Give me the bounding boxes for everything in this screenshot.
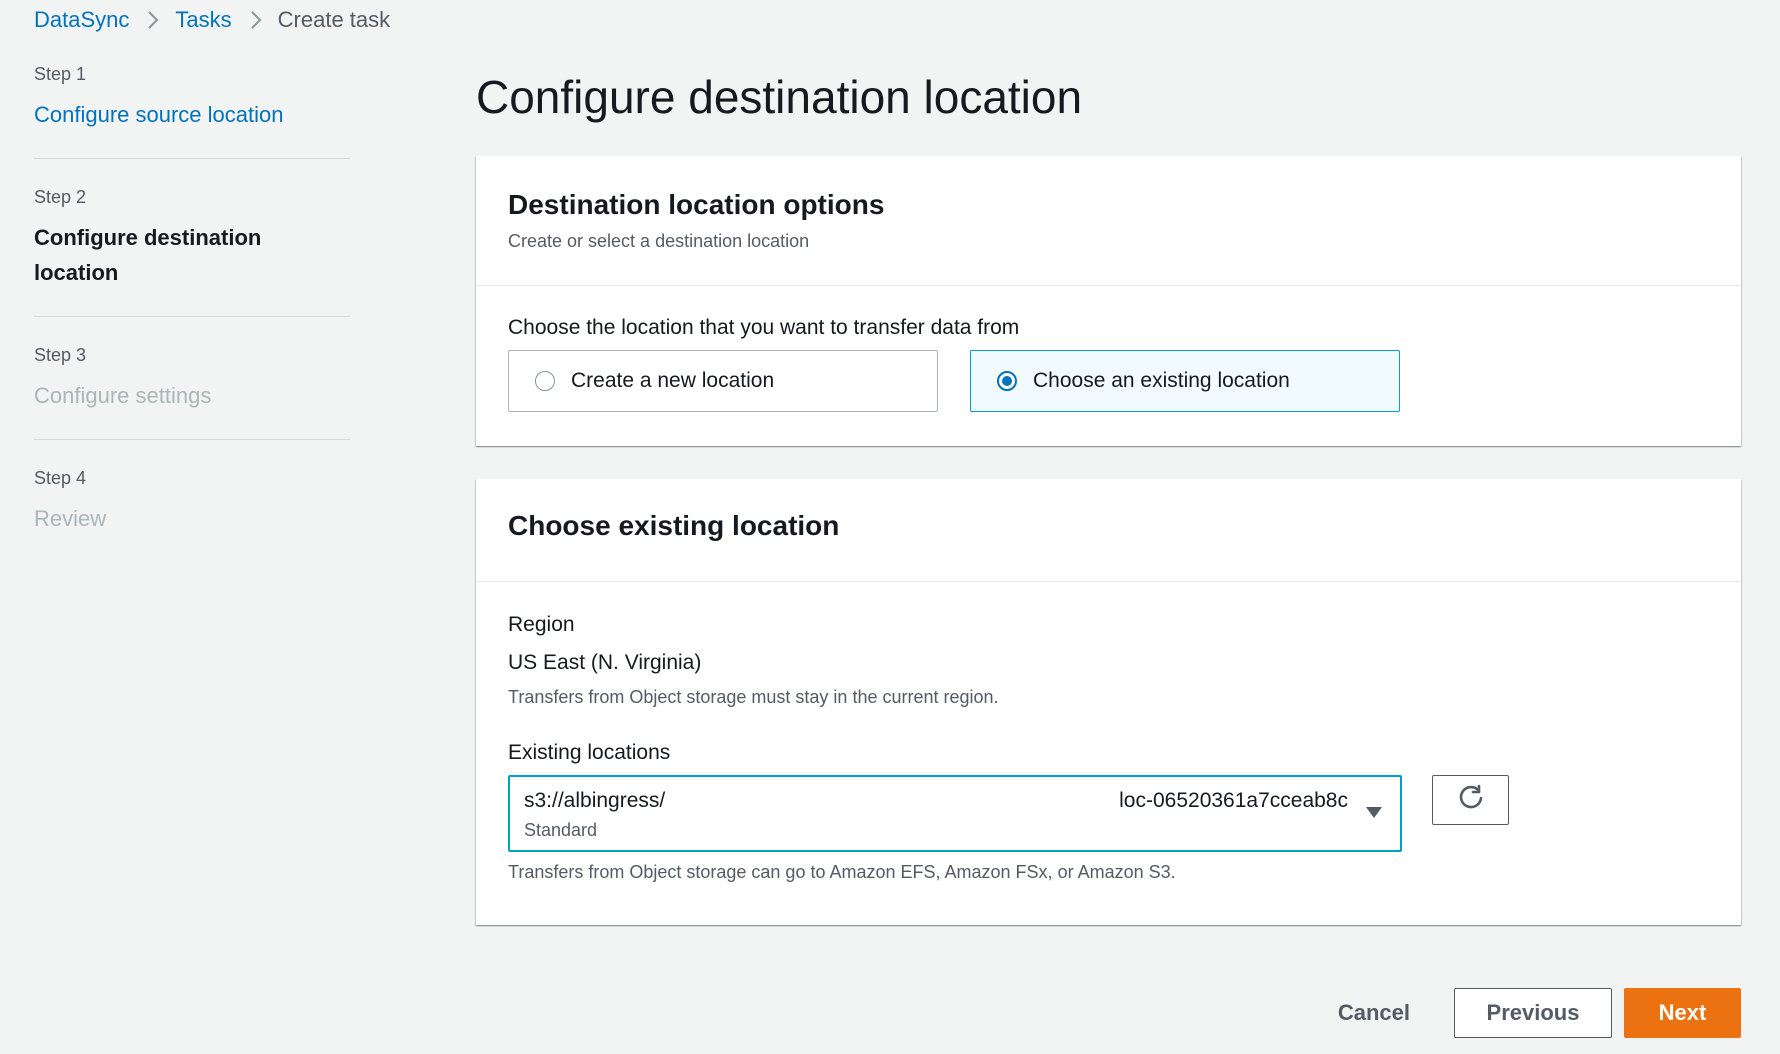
cancel-button[interactable]: Cancel [1338,1000,1410,1026]
radio-selected-icon [997,371,1017,391]
panel-header: Choose existing location [476,479,1741,582]
panel-title: Destination location options [508,189,885,220]
step-number: Step 1 [34,64,87,84]
previous-button[interactable]: Previous [1454,988,1612,1038]
panel-body: Region US East (N. Virginia) Transfers f… [476,582,1741,883]
radio-label: Create a new location [571,369,775,392]
step-number: Step 3 [34,345,87,365]
region-hint: Transfers from Object storage must stay … [508,687,999,707]
breadcrumb-current: Create task [277,7,391,32]
breadcrumb: DataSync Tasks Create task [34,6,390,34]
breadcrumb-link-datasync[interactable]: DataSync [34,7,129,33]
existing-locations-select[interactable]: s3://albingress/ Standard loc-06520361a7… [508,775,1402,852]
panel-description: Create or select a destination location [508,231,810,251]
step-number: Step 2 [34,187,87,207]
caret-down-icon [1366,807,1382,818]
existing-locations-hint: Transfers from Object storage can go to … [508,862,1176,882]
page-title: Configure destination location [476,71,1083,123]
region-value: US East (N. Virginia) [508,651,702,674]
step-link-configure-source[interactable]: Configure source location [34,97,350,132]
panel-title: Choose existing location [508,510,840,541]
wizard-steps: Step 1 Configure source location Step 2 … [34,64,350,590]
radio-create-new-location[interactable]: Create a new location [508,350,938,412]
radio-label: Choose an existing location [1033,369,1290,392]
panel-body: Choose the location that you want to tra… [476,286,1741,412]
radio-unselected-icon [535,371,555,391]
refresh-button[interactable] [1432,775,1509,825]
breadcrumb-link-tasks[interactable]: Tasks [175,7,231,33]
selected-location-id: loc-06520361a7cceab8c [1119,789,1348,812]
location-choice-label: Choose the location that you want to tra… [508,316,1020,339]
chevron-right-icon [147,10,159,30]
existing-location-panel: Choose existing location Region US East … [476,479,1741,925]
chevron-right-icon [250,10,262,30]
wizard-footer: Cancel Previous Next [1338,988,1741,1038]
radio-choose-existing-location[interactable]: Choose an existing location [970,350,1400,412]
step-review: Review [34,506,107,531]
region-label: Region [508,613,575,636]
step-4: Step 4 Review [34,468,350,562]
step-2: Step 2 Configure destination location [34,187,350,317]
next-button[interactable]: Next [1624,988,1741,1038]
refresh-icon [1457,784,1485,817]
existing-locations-row: s3://albingress/ Standard loc-06520361a7… [508,775,1709,852]
destination-options-panel: Destination location options Create or s… [476,156,1741,446]
selected-location-storage-class: Standard [524,820,598,840]
step-1: Step 1 Configure source location [34,64,350,159]
step-current-configure-destination: Configure destination location [34,225,262,285]
step-configure-settings: Configure settings [34,383,212,408]
step-number: Step 4 [34,468,87,488]
location-radio-group: Create a new location Choose an existing… [508,350,1709,412]
step-3: Step 3 Configure settings [34,345,350,440]
existing-locations-label: Existing locations [508,741,671,764]
panel-header: Destination location options Create or s… [476,156,1741,286]
